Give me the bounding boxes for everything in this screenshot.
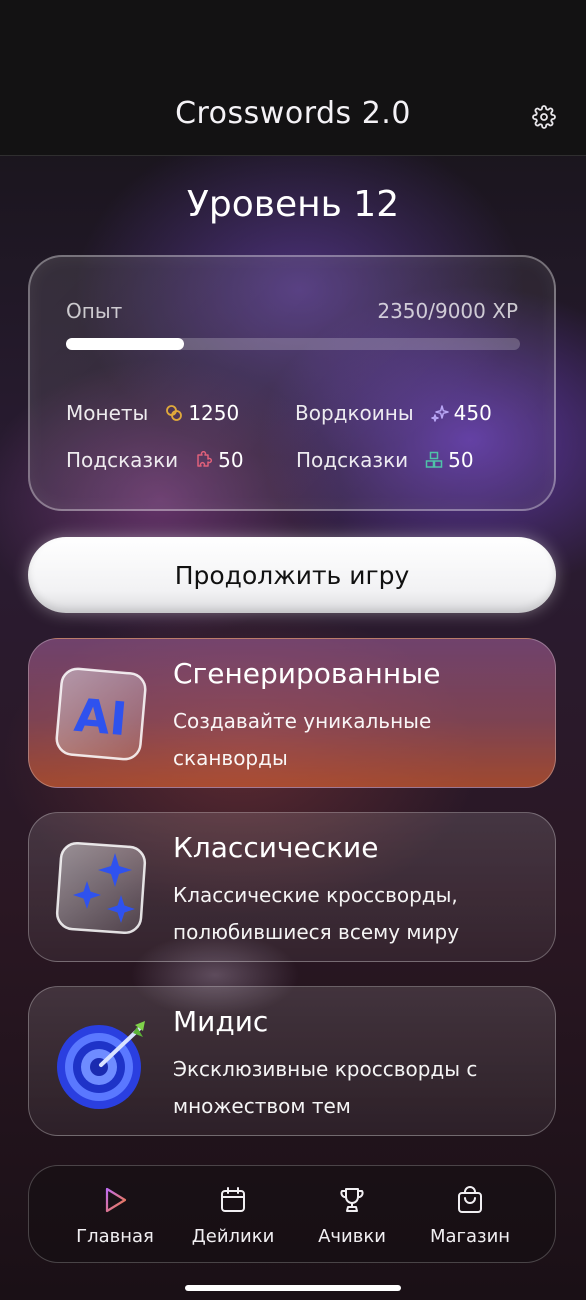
nav-item-achievements[interactable]: Ачивки [292,1184,412,1247]
xp-progress-fill [66,338,185,350]
coins-value: 1250 [188,401,240,425]
coins-label: Монеты [66,401,149,425]
hints-label-right: Подсказки [296,448,409,472]
continue-game-button[interactable]: Продолжить игру [28,537,556,613]
mode-description: Классические кроссворды, полюбившиеся вс… [173,883,460,944]
xp-progress-bar [66,338,520,350]
calendar-icon [217,1184,249,1216]
mode-description: Эксклюзивные кроссворды с множеством тем [173,1057,478,1118]
mode-card-generated[interactable]: AI Сгенерированные Создавайте уникальные… [28,638,556,788]
bottom-nav: Главная Дейлики Ачивки Магазин [28,1165,556,1263]
hints-label-left: Подсказки [66,448,179,472]
nav-item-dailies[interactable]: Дейлики [173,1184,293,1247]
top-bar: Crosswords 2.0 [0,0,586,156]
gear-icon[interactable] [530,103,558,131]
wordcoins-value: 450 [453,401,492,425]
mode-card-classic[interactable]: Классические Классические кроссворды, по… [28,812,556,962]
nav-label: Дейлики [191,1226,275,1247]
xp-label: Опыт [66,299,123,323]
nav-label: Ачивки [318,1226,386,1247]
trophy-icon [336,1184,368,1216]
mode-card-midis[interactable]: Мидис Эксклюзивные кроссворды с множеств… [28,986,556,1136]
hints-stat-right: Подсказки 50 [296,448,474,472]
puzzle-icon [194,450,214,470]
wordcoins-stat: Вордкоины 450 [295,401,492,425]
stars-icon [53,833,153,941]
sparkle-icon [430,403,450,423]
mode-title: Мидис [173,1005,269,1038]
hints-stat-left: Подсказки 50 [66,448,244,472]
nav-label: Главная [76,1226,154,1247]
hints-value-right: 50 [448,448,474,472]
target-icon [53,1007,153,1115]
mode-description: Создавайте уникальные сканворды [173,709,432,770]
level-title: Уровень 12 [186,184,400,225]
blocks-icon [424,450,444,470]
stats-card: Опыт 2350/9000 XP Монеты 1250 Вордкоины … [28,255,556,511]
nav-item-home[interactable]: Главная [55,1184,175,1247]
coins-stat: Монеты 1250 [66,401,239,425]
bag-icon [454,1184,486,1216]
hints-value-left: 50 [218,448,244,472]
play-icon [99,1184,131,1216]
nav-label: Магазин [429,1226,511,1247]
mode-title: Классические [173,831,379,864]
app-title: Crosswords 2.0 [175,96,411,131]
mode-title: Сгенерированные [173,657,441,690]
xp-value: 2350/9000 XP [377,299,518,323]
coins-icon [164,403,184,423]
home-indicator [185,1285,401,1291]
svg-text:AI: AI [72,688,129,746]
wordcoins-label: Вордкоины [295,401,414,425]
nav-item-shop[interactable]: Магазин [410,1184,530,1247]
ai-icon: AI [53,659,153,767]
